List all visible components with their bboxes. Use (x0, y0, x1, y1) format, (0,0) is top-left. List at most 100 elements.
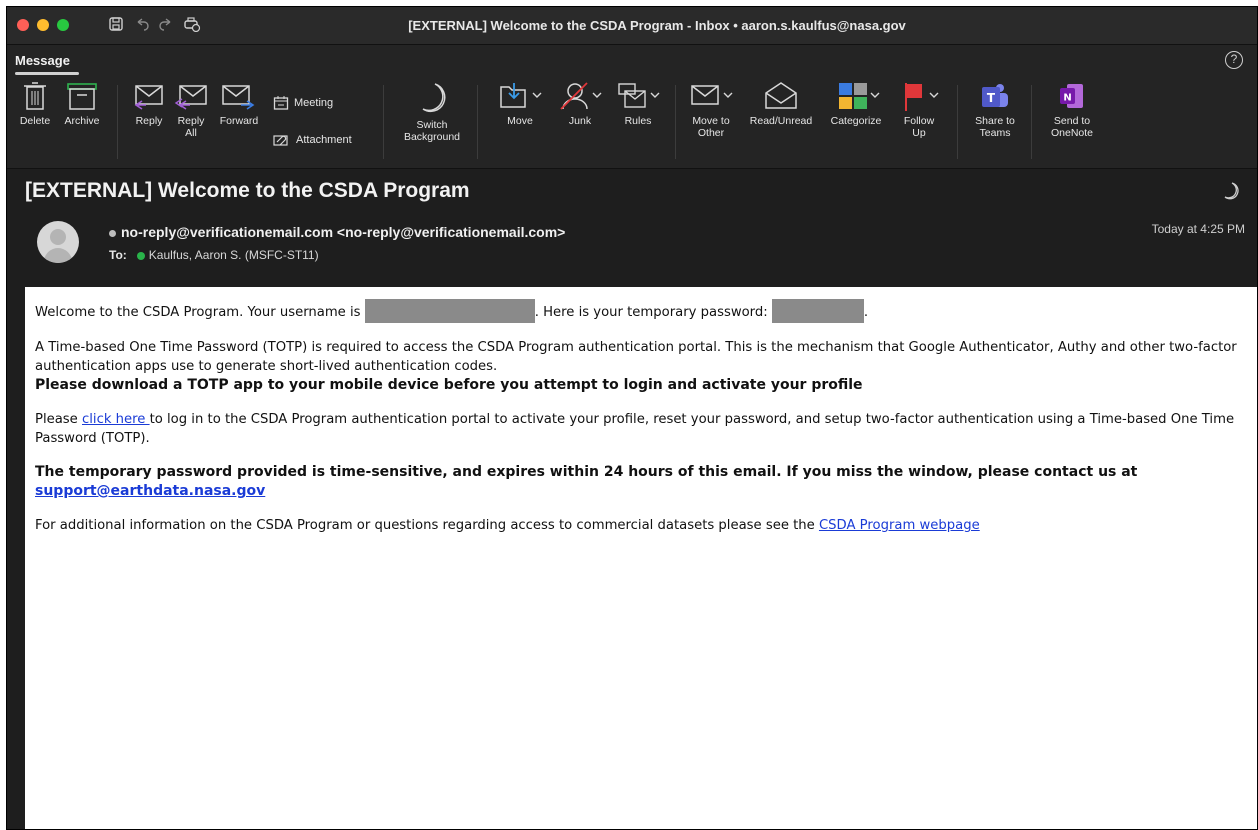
categorize-label: Categorize (830, 115, 882, 127)
archive-button[interactable]: Archive (57, 81, 107, 127)
recipient-name[interactable]: Kaulfus, Aaron S. (MSFC-ST11) (149, 248, 319, 262)
body-text: For additional information on the CSDA P… (35, 518, 819, 533)
recipient-line: To: Kaulfus, Aaron S. (MSFC-ST11) (109, 248, 319, 262)
minimize-window-button[interactable] (37, 19, 49, 31)
body-text: . (863, 305, 869, 320)
ribbon-separator (383, 85, 384, 159)
paperclip-icon (273, 135, 288, 146)
paragraph-additional-info: For additional information on the CSDA P… (35, 516, 1247, 535)
reply-label: Reply (135, 115, 163, 127)
message-body: Welcome to the CSDA Program. Your userna… (25, 287, 1257, 829)
help-icon[interactable]: ? (1225, 51, 1243, 69)
move-folder-icon (500, 83, 542, 108)
body-text: to log in to the CSDA Program authentica… (35, 412, 1235, 446)
window-title: [EXTERNAL] Welcome to the CSDA Program -… (408, 18, 906, 33)
paragraph-portal: Please click here to log in to the CSDA … (35, 410, 1247, 448)
follow-up-label-line1: Follow (903, 115, 935, 127)
rules-icon (618, 83, 660, 108)
archive-label: Archive (64, 115, 100, 127)
move-label: Move (507, 115, 533, 127)
read-unread-label: Read/Unread (749, 115, 813, 127)
attachment-label: Attachment (296, 134, 352, 146)
presence-dot (136, 251, 145, 260)
svg-text:N: N (1063, 93, 1071, 104)
archive-icon (67, 83, 97, 110)
message-subject: [EXTERNAL] Welcome to the CSDA Program (25, 179, 470, 202)
delete-label: Delete (19, 115, 51, 127)
delete-button[interactable]: Delete (13, 81, 57, 127)
moon-icon (422, 83, 446, 113)
click-here-link[interactable]: click here (82, 412, 150, 427)
paragraph-expiry: The temporary password provided is time-… (35, 463, 1247, 501)
close-window-button[interactable] (17, 19, 29, 31)
categorize-button[interactable]: Categorize (823, 81, 889, 127)
junk-label: Junk (568, 115, 592, 127)
reply-button[interactable]: Reply (129, 81, 169, 127)
forward-icon (222, 85, 255, 110)
switch-bg-label-line2: Background (403, 131, 461, 143)
calendar-icon (273, 96, 289, 110)
attachment-button[interactable]: Attachment (273, 133, 352, 147)
sender[interactable]: no-reply@verificationemail.com <no-reply… (109, 224, 565, 240)
body-bold-text: Please download a TOTP app to your mobil… (35, 377, 863, 393)
move-to-other-button[interactable]: Move to Other (683, 81, 739, 139)
redacted-username (364, 299, 535, 323)
move-other-label-line2: Other (697, 127, 725, 139)
switch-background-button[interactable]: Switch Background (397, 81, 467, 143)
moon-icon[interactable] (1223, 181, 1239, 201)
teams-icon: T (982, 84, 1008, 107)
reply-all-icon (174, 85, 207, 110)
ribbon-separator (117, 85, 118, 159)
body-text: . Here is your temporary password: (534, 305, 772, 320)
message-timestamp: Today at 4:25 PM (1151, 222, 1245, 236)
mail-window: [EXTERNAL] Welcome to the CSDA Program -… (6, 6, 1258, 830)
rules-label: Rules (624, 115, 652, 127)
redacted-password (771, 299, 864, 323)
share-teams-label-line2: Teams (979, 127, 1011, 139)
undo-icon[interactable] (133, 16, 151, 34)
move-button[interactable]: Move (493, 81, 547, 127)
svg-text:T: T (987, 91, 996, 105)
ribbon-separator (1031, 85, 1032, 159)
ribbon-separator (477, 85, 478, 159)
csda-webpage-link[interactable]: CSDA Program webpage (819, 518, 980, 533)
body-text: Please (35, 412, 82, 427)
support-email-link[interactable]: support@earthdata.nasa.gov (35, 483, 265, 499)
send-to-onenote-button[interactable]: N Send to OneNote (1043, 81, 1101, 139)
zoom-window-button[interactable] (57, 19, 69, 31)
share-to-teams-button[interactable]: T Share to Teams (967, 81, 1023, 139)
follow-up-button[interactable]: Follow Up (891, 81, 947, 139)
save-icon[interactable] (107, 16, 125, 34)
forward-label: Forward (219, 115, 259, 127)
switch-bg-label-line1: Switch (416, 119, 448, 131)
rules-button[interactable]: Rules (611, 81, 665, 127)
follow-up-label-line2: Up (912, 127, 926, 139)
move-other-label-line1: Move to (692, 115, 730, 127)
read-unread-button[interactable]: Read/Unread (741, 81, 821, 127)
forward-button[interactable]: Forward (213, 81, 265, 127)
body-text: A Time-based One Time Password (TOTP) is… (35, 340, 1237, 374)
body-bold-text: The temporary password provided is time-… (35, 464, 1138, 480)
paragraph-credentials: Welcome to the CSDA Program. Your userna… (35, 299, 1247, 323)
tab-message[interactable]: Message (15, 53, 70, 68)
print-icon[interactable] (183, 16, 201, 34)
presence-dot (109, 229, 116, 237)
onenote-label-line1: Send to (1053, 115, 1091, 127)
reply-icon (134, 85, 163, 110)
reply-all-label-line2: All (185, 127, 197, 139)
ribbon-tabs: Message ? (7, 45, 1257, 75)
paragraph-totp: A Time-based One Time Password (TOTP) is… (35, 338, 1247, 395)
body-text: Welcome to the CSDA Program. Your userna… (35, 305, 365, 320)
title-bar: [EXTERNAL] Welcome to the CSDA Program -… (7, 7, 1257, 45)
reply-all-button[interactable]: Reply All (171, 81, 211, 139)
to-label: To: (109, 248, 127, 262)
meeting-button[interactable]: Meeting (273, 95, 333, 111)
redo-icon[interactable] (157, 16, 175, 34)
trash-icon (24, 82, 46, 110)
junk-icon (560, 82, 602, 110)
onenote-label-line2: OneNote (1050, 127, 1094, 139)
junk-button[interactable]: Junk (555, 81, 605, 127)
meeting-label: Meeting (294, 97, 334, 109)
onenote-icon: N (1060, 84, 1083, 108)
ribbon-separator (675, 85, 676, 159)
